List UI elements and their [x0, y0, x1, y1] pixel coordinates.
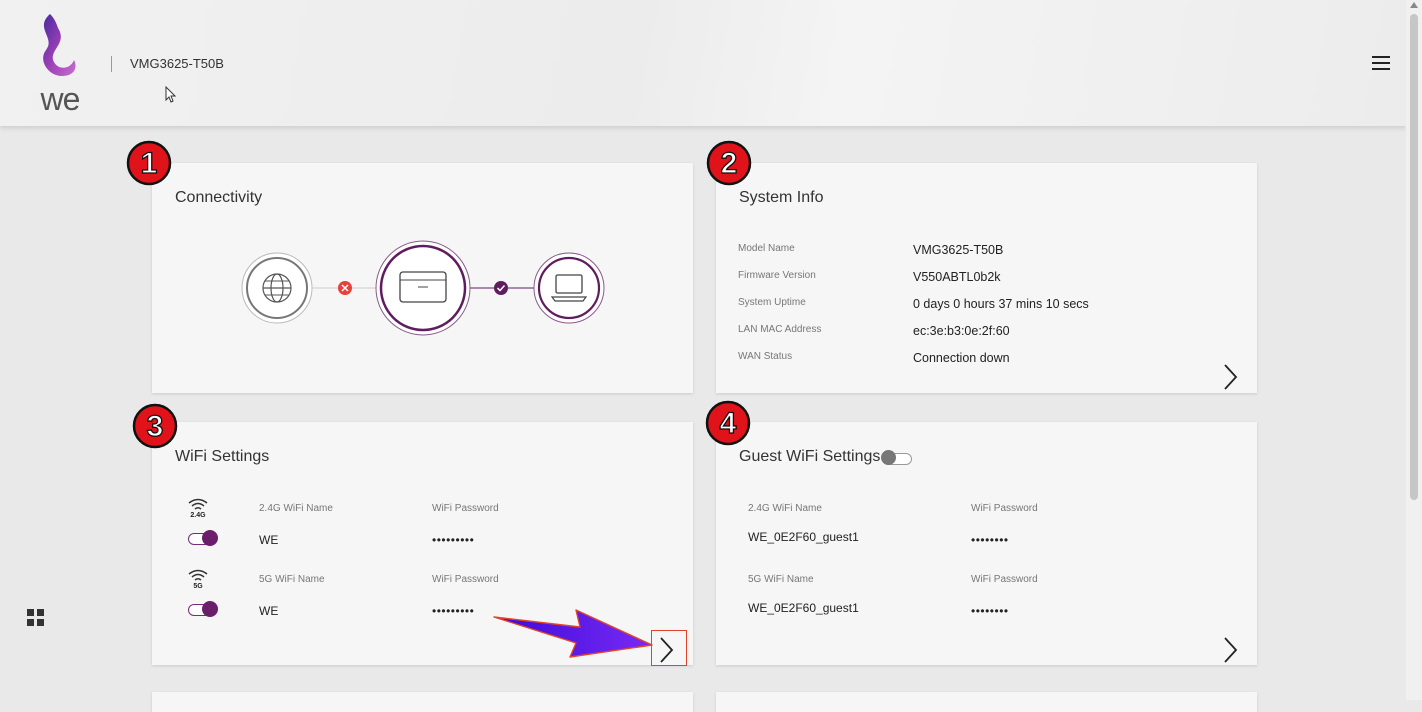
wifi-5g-icon: 5G	[186, 568, 210, 594]
model-name-value: VMG3625-T50B	[913, 243, 1004, 257]
page-scrollbar[interactable]	[1406, 0, 1422, 700]
wifi-5g-password-value: •••••••••	[432, 604, 475, 618]
step-badge-3: 3	[132, 403, 178, 449]
wifi-24g-password-value: •••••••••	[432, 533, 475, 547]
guest-wifi-chevron-right-icon[interactable]	[1220, 635, 1240, 665]
wifi-24g-name-value: WE	[259, 533, 279, 547]
wifi-24g-icon: 2.4G	[186, 497, 210, 523]
firmware-version-value: V550ABTL0b2k	[913, 270, 1001, 284]
model-name-label: Model Name	[738, 243, 795, 254]
system-uptime-label: System Uptime	[738, 297, 806, 308]
logo-text: we	[40, 81, 80, 114]
step-badge-4: 4	[705, 400, 751, 446]
step-badge-1-number: 1	[141, 147, 158, 180]
we-logo[interactable]: we	[24, 10, 96, 114]
header-divider	[111, 56, 112, 72]
scrollbar-thumb[interactable]	[1410, 14, 1418, 500]
system-info-title: System Info	[739, 189, 824, 206]
wifi-5g-band-label: 5G	[193, 583, 203, 590]
wan-status-label: WAN Status	[738, 351, 793, 362]
wan-error-icon	[338, 281, 352, 295]
lan-mac-label: LAN MAC Address	[738, 324, 822, 335]
guest-24g-name-label: 2.4G WiFi Name	[748, 503, 822, 514]
wan-status-value: Connection down	[913, 351, 1010, 365]
guest-5g-name-label: 5G WiFi Name	[748, 574, 814, 585]
firmware-version-label: Firmware Version	[738, 270, 816, 281]
mouse-cursor-icon	[165, 86, 177, 103]
next-card-left	[152, 692, 693, 712]
connectivity-diagram	[241, 240, 605, 336]
wifi-24g-band-label: 2.4G	[190, 512, 206, 519]
wifi-24g-toggle[interactable]	[188, 530, 220, 546]
system-info-chevron-right-icon[interactable]	[1220, 362, 1240, 392]
wifi-5g-password-label: WiFi Password	[432, 574, 499, 585]
wifi-24g-password-label: WiFi Password	[432, 503, 499, 514]
guest-24g-password-label: WiFi Password	[971, 503, 1038, 514]
guest-5g-name-value: WE_0E2F60_guest1	[748, 601, 859, 615]
step-badge-1: 1	[126, 140, 172, 186]
device-model-title: VMG3625-T50B	[130, 56, 224, 71]
step-badge-3-number: 3	[147, 410, 164, 443]
wifi-24g-name-label: 2.4G WiFi Name	[259, 503, 333, 514]
guest-5g-password-label: WiFi Password	[971, 574, 1038, 585]
annotation-arrow-icon	[493, 609, 653, 658]
guest-24g-name-value: WE_0E2F60_guest1	[748, 530, 859, 544]
guest-wifi-toggle[interactable]	[881, 450, 914, 465]
system-info-card[interactable]: System Info Model Name VMG3625-T50B Firm…	[716, 163, 1257, 393]
laptop-icon	[533, 252, 605, 324]
globe-icon	[241, 252, 313, 324]
grid-apps-icon[interactable]	[27, 609, 45, 627]
step-badge-2: 2	[706, 140, 752, 186]
guest-24g-password-value: ••••••••	[971, 533, 1009, 547]
connectivity-card[interactable]: Connectivity	[152, 163, 693, 393]
wifi-5g-toggle[interactable]	[188, 601, 220, 617]
annotation-highlight-box	[651, 630, 687, 666]
lan-ok-icon	[494, 281, 508, 295]
wifi-5g-name-label: 5G WiFi Name	[259, 574, 325, 585]
next-card-right	[716, 692, 1257, 712]
guest-wifi-title: Guest WiFi Settings	[739, 448, 881, 465]
router-icon	[375, 240, 471, 336]
step-badge-2-number: 2	[721, 147, 738, 180]
wifi-settings-title: WiFi Settings	[175, 448, 270, 465]
hamburger-menu-icon[interactable]	[1372, 56, 1392, 72]
system-uptime-value: 0 days 0 hours 37 mins 10 secs	[913, 297, 1089, 311]
wifi-5g-name-value: WE	[259, 604, 279, 618]
scroll-up-arrow-icon[interactable]	[1410, 2, 1418, 8]
top-bar: we VMG3625-T50B	[0, 0, 1406, 126]
lan-mac-value: ec:3e:b3:0e:2f:60	[913, 324, 1010, 338]
guest-5g-password-value: ••••••••	[971, 604, 1009, 618]
step-badge-4-number: 4	[720, 407, 737, 440]
guest-wifi-card[interactable]: Guest WiFi Settings 2.4G WiFi Name WE_0E…	[716, 422, 1257, 665]
